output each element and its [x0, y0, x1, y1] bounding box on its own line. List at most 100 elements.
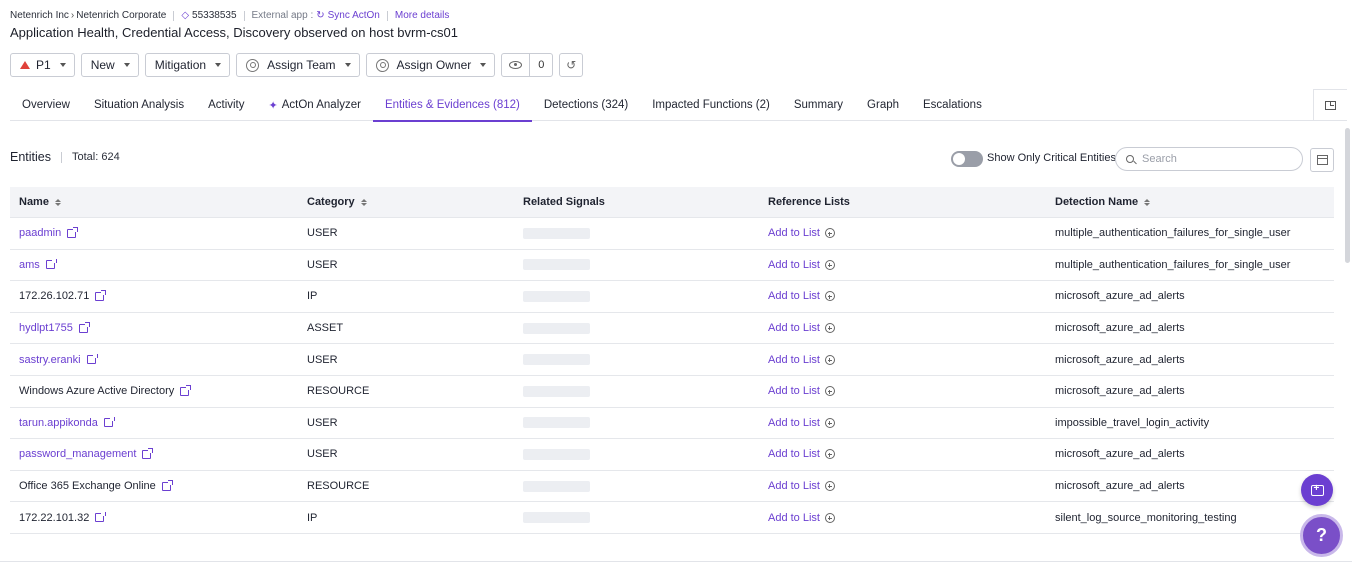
reference-list-cell: Add to List — [758, 512, 1046, 524]
tab-label: Entities & Evidences (812) — [384, 99, 520, 111]
header-category[interactable]: Category — [297, 196, 513, 208]
external-link-icon[interactable] — [103, 416, 115, 428]
assign-team-dropdown[interactable]: Assign Team — [236, 53, 360, 77]
tab-graph[interactable]: Graph — [855, 89, 911, 121]
priority-dropdown[interactable]: P1 — [10, 53, 75, 77]
related-signals-cell — [513, 448, 758, 460]
tab-label: Overview — [22, 99, 70, 111]
plus-circle-icon[interactable] — [824, 417, 835, 428]
plus-circle-icon[interactable] — [824, 512, 835, 523]
add-to-list-link[interactable]: Add to List — [768, 354, 820, 366]
entity-name-link[interactable]: tarun.appikonda — [19, 417, 98, 429]
header-name[interactable]: Name — [10, 196, 297, 208]
external-link-icon[interactable] — [45, 258, 57, 270]
related-signals-cell — [513, 354, 758, 366]
chevron-down-icon — [123, 63, 130, 67]
external-link-icon[interactable] — [95, 511, 107, 523]
plus-circle-icon[interactable] — [824, 323, 835, 334]
entity-name-link[interactable]: sastry.eranki — [19, 354, 81, 366]
plus-circle-icon[interactable] — [824, 481, 835, 492]
external-link-icon[interactable] — [86, 353, 98, 365]
header-detection-name[interactable]: Detection Name — [1046, 196, 1334, 208]
ticket-id: 55338535 — [192, 10, 237, 21]
plus-circle-icon[interactable] — [824, 291, 835, 302]
plus-circle-icon[interactable] — [824, 354, 835, 365]
status-dropdown[interactable]: New — [80, 53, 139, 77]
plus-circle-icon[interactable] — [824, 386, 835, 397]
history-button[interactable]: ↺ — [559, 53, 584, 77]
detection-name-cell: microsoft_azure_ad_alerts — [1055, 290, 1185, 303]
actions-toolbar: P1 New Mitigation Assign Team Assign Own… — [10, 53, 584, 77]
entity-name-link[interactable]: paadmin — [19, 227, 61, 239]
watchers-count: 0 — [538, 59, 545, 71]
vertical-scrollbar[interactable] — [1345, 128, 1350, 263]
entity-name-cell: paadmin — [10, 227, 297, 239]
entity-name-link[interactable]: hydlpt1755 — [19, 322, 73, 334]
tag-icon: ◇ — [181, 10, 190, 21]
panel-icon — [1325, 100, 1336, 110]
more-details-link[interactable]: More details — [395, 10, 449, 21]
detection-name-cell: silent_log_source_monitoring_testing — [1055, 511, 1237, 524]
add-to-list-link[interactable]: Add to List — [768, 259, 820, 271]
add-to-list-link[interactable]: Add to List — [768, 512, 820, 524]
column-settings-button[interactable] — [1310, 148, 1334, 172]
related-signals-cell — [513, 417, 758, 429]
tab-situation-analysis[interactable]: Situation Analysis — [82, 89, 196, 121]
table-row: paadmin USER Add to List multiple_authen… — [10, 218, 1334, 250]
add-to-list-link[interactable]: Add to List — [768, 417, 820, 429]
assign-owner-dropdown[interactable]: Assign Owner — [365, 53, 496, 77]
side-panel-toggle[interactable] — [1313, 89, 1347, 121]
stage-dropdown[interactable]: Mitigation — [144, 53, 231, 77]
add-to-list-link[interactable]: Add to List — [768, 385, 820, 397]
add-to-list-link[interactable]: Add to List — [768, 290, 820, 302]
tab-entities-evidences[interactable]: Entities & Evidences (812) — [372, 89, 532, 122]
chat-button[interactable] — [1301, 474, 1333, 506]
tab-summary[interactable]: Summary — [782, 89, 855, 121]
entities-table: Name Category Related Signals Reference … — [10, 187, 1334, 534]
header-label: Name — [19, 196, 49, 208]
external-link-icon[interactable] — [67, 227, 79, 238]
critical-entities-toggle[interactable] — [951, 151, 983, 167]
entity-name-cell: 172.22.101.32 — [10, 511, 297, 524]
search-input[interactable] — [1142, 153, 1292, 165]
sync-acton-link[interactable]: Sync ActOn — [328, 10, 380, 21]
tab-label: Summary — [793, 99, 844, 111]
add-to-list-link[interactable]: Add to List — [768, 322, 820, 334]
signals-placeholder — [523, 290, 590, 302]
search-icon — [1126, 155, 1134, 163]
breadcrumb-sub-org[interactable]: Netenrich Corporate — [76, 10, 166, 21]
add-to-list-link[interactable]: Add to List — [768, 480, 820, 492]
tab-activity[interactable]: Activity — [196, 89, 256, 121]
tab-detections[interactable]: Detections (324) — [532, 89, 640, 121]
entities-total: Total: 624 — [72, 151, 120, 163]
add-to-list-link[interactable]: Add to List — [768, 448, 820, 460]
external-link-icon[interactable] — [78, 322, 90, 333]
tab-label: Graph — [867, 99, 900, 111]
add-to-list-link[interactable]: Add to List — [768, 227, 820, 239]
plus-circle-icon[interactable] — [824, 259, 835, 270]
sync-icon: ↻ — [316, 10, 325, 21]
plus-circle-icon[interactable] — [824, 228, 835, 239]
table-row: 172.26.102.71 IP Add to List microsoft_a… — [10, 281, 1334, 313]
watchers-button[interactable]: 0 — [501, 53, 554, 77]
table-row: hydlpt1755 ASSET Add to List microsoft_a… — [10, 313, 1334, 345]
external-link-icon[interactable] — [180, 385, 192, 396]
column-settings-icon — [1316, 155, 1328, 165]
signals-placeholder — [523, 512, 590, 524]
entity-name-link[interactable]: ams — [19, 259, 40, 271]
entity-name-link[interactable]: password_management — [19, 448, 136, 460]
signals-placeholder — [523, 227, 590, 239]
external-link-icon[interactable] — [161, 480, 173, 491]
plus-circle-icon[interactable] — [824, 449, 835, 460]
help-button[interactable]: ? — [1300, 514, 1343, 557]
tab-escalations[interactable]: Escalations — [911, 89, 994, 121]
external-link-icon[interactable] — [95, 290, 107, 301]
tab-impacted-functions[interactable]: Impacted Functions (2) — [640, 89, 782, 121]
critical-entities-label: Show Only Critical Entities — [987, 152, 1116, 164]
tab-overview[interactable]: Overview — [10, 89, 82, 121]
chat-icon — [1310, 483, 1324, 496]
breadcrumb-org[interactable]: Netenrich Inc — [10, 10, 69, 21]
external-link-icon[interactable] — [142, 448, 154, 459]
tab-acton-analyzer[interactable]: ✦ ActOn Analyzer — [257, 89, 373, 121]
related-signals-cell — [513, 259, 758, 271]
